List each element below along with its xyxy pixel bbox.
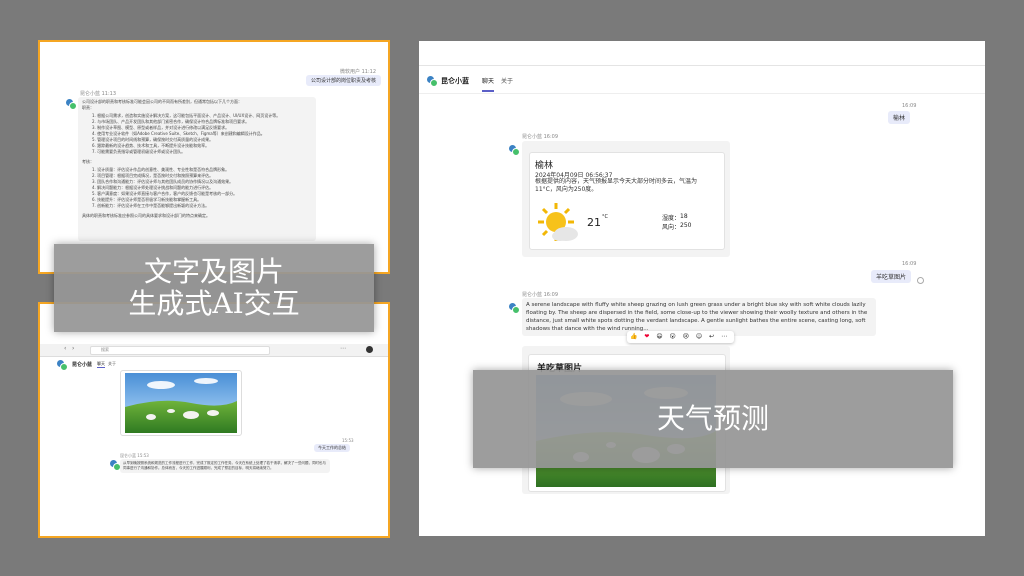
overlay-text-image-ai: 文字及图片 生成式AI交互 (54, 244, 374, 332)
weather-temperature: 21 (587, 216, 601, 229)
browser-toolbar: ‹ › 搜索 ⋯ (40, 344, 388, 357)
overlay-weather-forecast: 天气预测 (473, 370, 953, 468)
sheep-image-thumb (120, 370, 242, 436)
emoji-picker-icon[interactable]: ☺ (696, 333, 702, 340)
bot-avatar (66, 99, 77, 110)
tab-chat[interactable]: 聊天 (482, 76, 495, 92)
bot-meta: 昆仑小蓝 16:09 (522, 134, 558, 140)
bot-avatar (509, 145, 520, 156)
left-bottom-panel: ‹ › 搜索 ⋯ 昆仑小蓝 聊天 关于 15:53 今天工作的总结 昆仑小蓝 1… (38, 302, 390, 538)
reaction-bar: 👍 ❤ 😄 😮 😢 ☺ ↩ ⋯ (627, 331, 734, 343)
bot-meta: 昆仑小蓝 11:13 (80, 91, 116, 97)
user-time: 16:09 (902, 261, 917, 267)
user-message[interactable]: 公司设计部的岗位职责及考核 (306, 75, 382, 86)
sad-icon[interactable]: 😢 (683, 333, 689, 340)
laugh-icon[interactable]: 😄 (656, 333, 662, 340)
more-icon[interactable]: ⋯ (340, 345, 346, 352)
weather-card: 榆林 2024年04月09日 06:56:37 根据提供的内容，天气预报显示今天… (529, 152, 725, 250)
app-logo-icon (427, 76, 438, 87)
surprised-icon[interactable]: 😮 (670, 333, 676, 340)
user-meta: 微软用户 11:12 (340, 69, 376, 75)
tab-chat[interactable]: 聊天 (97, 361, 105, 368)
overlay-line2: 生成式AI交互 (128, 287, 300, 320)
cloudy-sun-icon (538, 203, 578, 241)
forward-icon[interactable]: › (72, 345, 74, 352)
overlay-line1: 文字及图片 (143, 255, 284, 288)
read-receipt-icon (917, 277, 924, 284)
overlay-right-text: 天气预测 (656, 402, 769, 435)
duty-item: 7. 可能需要负责指导或管理初级设计师或设计团队。 (92, 149, 186, 154)
tab-about[interactable]: 关于 (108, 361, 116, 367)
bot-message[interactable]: 公司设计部的职责和考核标准可能会因公司的不同而有所差别，但通常包括以下几个方面：… (78, 97, 316, 241)
thumbs-up-icon[interactable]: 👍 (630, 333, 637, 340)
header-divider (419, 93, 985, 94)
more-options-icon[interactable]: ⋯ (721, 333, 727, 340)
user-time: 15:53 (342, 438, 354, 443)
bot-avatar (509, 303, 520, 314)
app-logo-icon (57, 360, 68, 371)
heart-icon[interactable]: ❤ (644, 333, 649, 340)
weather-card-container: 榆林 2024年04月09日 06:56:37 根据提供的内容，天气预报显示今天… (522, 141, 730, 257)
bot-text: 从早到晚按照系统和规范的工作流程进行工作，完成了既定的工作任务。今天在系统上处理… (123, 461, 326, 470)
bot-text: A serene landscape with fluffy white she… (526, 302, 868, 332)
reply-icon[interactable]: ↩ (709, 333, 714, 340)
search-placeholder: 搜索 (101, 347, 109, 352)
app-name: 昆仑小蓝 (441, 77, 469, 85)
user-message-sheep[interactable]: 羊吃草图片 (871, 270, 912, 283)
humidity-label: 湿度： (662, 215, 681, 222)
user-avatar[interactable] (366, 346, 373, 353)
assess-label: 考核： (82, 159, 94, 164)
assess-item: 7. 创新能力：评估设计师在工作中是否能够提出新颖的设计方法。 (92, 203, 210, 208)
left-top-panel: 微软用户 11:12 公司设计部的岗位职责及考核 昆仑小蓝 11:13 公司设计… (38, 40, 390, 274)
user-message[interactable]: 今天工作的总结 (314, 444, 350, 452)
duties-label: 职责： (82, 105, 94, 110)
bot-avatar (110, 460, 121, 471)
humidity-value: 18 (680, 213, 688, 220)
app-name: 昆仑小蓝 (72, 362, 93, 368)
back-icon[interactable]: ‹ (64, 345, 66, 352)
bot-meta: 昆仑小蓝 16:09 (522, 292, 558, 298)
wind-label: 风向： (662, 224, 681, 231)
weather-temperature-unit: °C (602, 214, 608, 220)
user-time: 16:09 (902, 103, 917, 109)
sheep-image (125, 373, 237, 433)
search-input[interactable]: 搜索 (90, 346, 270, 355)
closing-text: 具体的职责和考核标准应参照公司的具体要求和设计部门的特点来确定。 (82, 213, 210, 218)
tab-about[interactable]: 关于 (501, 76, 513, 85)
user-message-city[interactable]: 榆林 (888, 111, 911, 124)
wind-value: 250 (680, 222, 692, 229)
weather-description: 根据提供的内容，天气预报显示今天大部分时间多云，气温为11°C，风向为250度。 (535, 178, 698, 193)
top-divider (419, 65, 985, 66)
bot-message[interactable]: 从早到晚按照系统和规范的工作流程进行工作，完成了既定的工作任务。今天在系统上处理… (120, 459, 330, 473)
